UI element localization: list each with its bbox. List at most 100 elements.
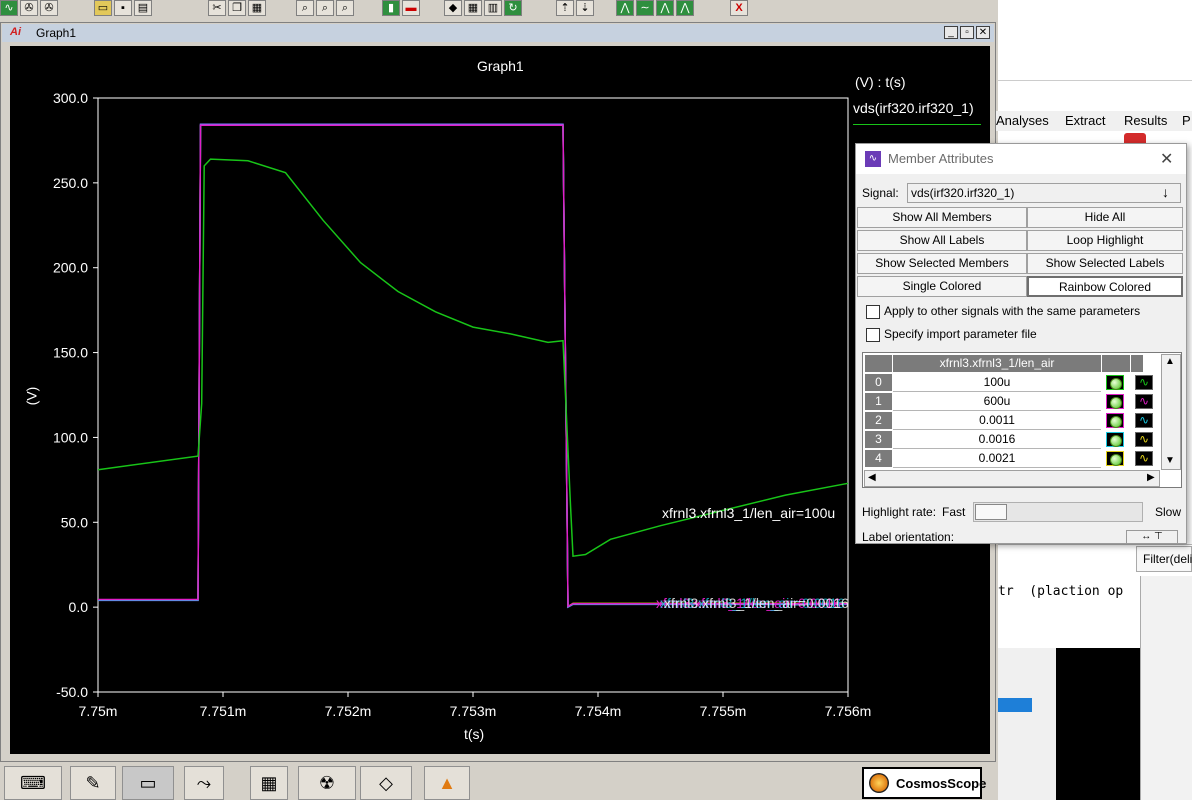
table-row[interactable]: 3 0.0016 ∿ xyxy=(865,431,1153,449)
filter-panel xyxy=(1140,576,1192,800)
table-vertical-scrollbar[interactable]: ▲ ▼ xyxy=(1161,354,1181,470)
table-horizontal-scrollbar[interactable]: ◀ ▶ xyxy=(864,470,1160,487)
restore-button[interactable]: ▫ xyxy=(960,26,974,39)
grid-icon[interactable]: ▦ xyxy=(464,0,482,16)
row-value[interactable]: 0.0016 xyxy=(893,431,1101,449)
color-swatch[interactable] xyxy=(1106,413,1124,428)
cosmos-scope-badge[interactable]: CosmosScope xyxy=(862,767,986,799)
row-value[interactable]: 0.0011 xyxy=(893,412,1101,430)
print-icon[interactable]: ▤ xyxy=(134,0,152,16)
trace-label-stack[interactable]: xfrnl3.xfrnl3_1/len_air=0.0016 xfrnl3.xf… xyxy=(656,595,848,611)
filter-tab[interactable]: Filter(delin xyxy=(1136,546,1192,572)
slider-thumb[interactable] xyxy=(975,504,1007,520)
close-button[interactable]: ✕ xyxy=(976,26,990,39)
apply-other-checkbox[interactable] xyxy=(866,305,880,319)
row-index: 2 xyxy=(865,412,892,429)
wave-swatch-icon[interactable]: ∿ xyxy=(1135,451,1153,466)
menu-results[interactable]: Results xyxy=(1124,113,1167,128)
trace-measure-icon[interactable]: ⋀ xyxy=(676,0,694,16)
paste-icon[interactable]: ▦ xyxy=(248,0,266,16)
matlab-icon[interactable]: ▲ xyxy=(424,766,470,800)
waveform-icon[interactable]: ∿ xyxy=(0,0,18,16)
keyboard-icon[interactable]: ⌨ xyxy=(4,766,62,800)
trace-cursor-icon[interactable]: ⋀ xyxy=(656,0,674,16)
signal-down-icon[interactable]: ⇣ xyxy=(576,0,594,16)
menu-analyses[interactable]: Analyses xyxy=(996,113,1049,128)
specify-import-checkbox[interactable] xyxy=(866,328,880,342)
table-row[interactable]: 0 100u ∿ xyxy=(865,374,1153,392)
table-row[interactable]: 4 0.0021 ∿ xyxy=(865,450,1153,468)
scroll-up-icon[interactable]: ▲ xyxy=(1165,356,1175,367)
y-tick-label: 0.0 xyxy=(69,599,89,615)
color-swatch[interactable] xyxy=(1106,432,1124,447)
scroll-down-icon[interactable]: ▼ xyxy=(1165,455,1175,466)
trace-icon[interactable]: ⋀ xyxy=(616,0,634,16)
row-index: 0 xyxy=(865,374,892,391)
logic-gate-icon[interactable]: ◇ xyxy=(360,766,412,800)
wave-swatch-icon[interactable]: ∿ xyxy=(1135,394,1153,409)
row-value[interactable]: 100u xyxy=(893,374,1101,392)
bottom-toolbar: ⌨ ✎ ▭ ⤳ ▦ ☢ ◇ ▲ xyxy=(0,762,998,800)
plot-canvas[interactable]: 300.0 250.0 200.0 150.0 100.0 50.0 0.0 -50.0 7.7… xyxy=(10,46,990,754)
show-all-members-button[interactable]: Show All Members xyxy=(857,207,1027,228)
wave-swatch-icon[interactable]: ∿ xyxy=(1135,413,1153,428)
scroll-left-icon[interactable]: ◀ xyxy=(868,472,876,483)
calculator-icon[interactable]: ▦ xyxy=(250,766,288,800)
radiation-icon[interactable]: ☢ xyxy=(298,766,356,800)
show-all-labels-button[interactable]: Show All Labels xyxy=(857,230,1027,251)
background-menu-bar: Analyses Extract Results P xyxy=(996,111,1192,131)
stack-icon[interactable]: ▮ xyxy=(382,0,400,16)
reel-alt-icon[interactable]: ✇ xyxy=(40,0,58,16)
row-value[interactable]: 600u xyxy=(893,393,1101,411)
trace-label-green[interactable]: xfrnl3.xfrnl3_1/len_air=100u xyxy=(662,505,835,521)
save-icon[interactable]: ▪ xyxy=(114,0,132,16)
eraser-icon[interactable]: ◆ xyxy=(444,0,462,16)
highlight-rate-slider[interactable] xyxy=(973,502,1143,522)
wave-swatch-icon[interactable]: ∿ xyxy=(1135,432,1153,447)
zoom-icon[interactable]: ⌕ xyxy=(296,0,314,16)
signal-up-icon[interactable]: ⇡ xyxy=(556,0,574,16)
delete-icon[interactable]: X xyxy=(730,0,748,16)
scope-icon[interactable]: ▭ xyxy=(122,766,174,800)
specify-import-label: Specify import parameter file xyxy=(884,327,1037,341)
row-value[interactable]: 0.0021 xyxy=(893,450,1101,468)
label-orientation-control[interactable]: ↔ ⊤ xyxy=(1126,530,1178,543)
table-row[interactable]: 1 600u ∿ xyxy=(865,393,1153,411)
signal-select[interactable]: vds(irf320.irf320_1) ↓ xyxy=(907,183,1181,203)
y-tick-label: 50.0 xyxy=(61,514,88,530)
menu-extract[interactable]: Extract xyxy=(1065,113,1105,128)
trace-alt-icon[interactable]: ∼ xyxy=(636,0,654,16)
hide-all-button[interactable]: Hide All xyxy=(1027,207,1183,228)
cut-icon[interactable]: ✂ xyxy=(208,0,226,16)
stack-red-icon[interactable]: ▬ xyxy=(402,0,420,16)
path-icon[interactable]: ⤳ xyxy=(184,766,224,800)
refresh-icon[interactable]: ↻ xyxy=(504,0,522,16)
bars-icon[interactable]: ▥ xyxy=(484,0,502,16)
show-selected-members-button[interactable]: Show Selected Members xyxy=(857,253,1027,274)
color-swatch[interactable] xyxy=(1106,375,1124,390)
show-selected-labels-button[interactable]: Show Selected Labels xyxy=(1027,253,1183,274)
highlight-slow-label: Slow xyxy=(1155,505,1182,519)
legend-signal[interactable]: vds(irf320.irf320_1) xyxy=(853,100,974,116)
zoom-out-icon[interactable]: ⌕ xyxy=(336,0,354,16)
scroll-right-icon[interactable]: ▶ xyxy=(1147,472,1155,483)
dialog-close-icon[interactable]: ✕ xyxy=(1160,149,1173,169)
color-swatch[interactable] xyxy=(1106,394,1124,409)
table-row[interactable]: 2 0.0011 ∿ xyxy=(865,412,1153,430)
plot-svg[interactable]: 300.0 250.0 200.0 150.0 100.0 50.0 0.0 -50.0 7.7… xyxy=(10,46,990,754)
minimize-button[interactable]: _ xyxy=(944,26,958,39)
loop-highlight-button[interactable]: Loop Highlight xyxy=(1027,230,1183,251)
single-colored-button[interactable]: Single Colored xyxy=(857,276,1027,297)
wave-swatch-icon[interactable]: ∿ xyxy=(1135,375,1153,390)
reel-icon[interactable]: ✇ xyxy=(20,0,38,16)
zoom-in-icon[interactable]: ⌕ xyxy=(316,0,334,16)
chevron-down-icon[interactable]: ↓ xyxy=(1162,184,1169,200)
rainbow-colored-button[interactable]: Rainbow Colored xyxy=(1027,276,1183,297)
visibility-bulb-icon xyxy=(1110,378,1122,390)
cosmos-globe-icon xyxy=(869,773,889,793)
copy-icon[interactable]: ❐ xyxy=(228,0,246,16)
color-swatch[interactable] xyxy=(1106,451,1124,466)
menu-p[interactable]: P xyxy=(1182,113,1191,128)
open-folder-icon[interactable]: ▭ xyxy=(94,0,112,16)
pen-icon[interactable]: ✎ xyxy=(70,766,116,800)
